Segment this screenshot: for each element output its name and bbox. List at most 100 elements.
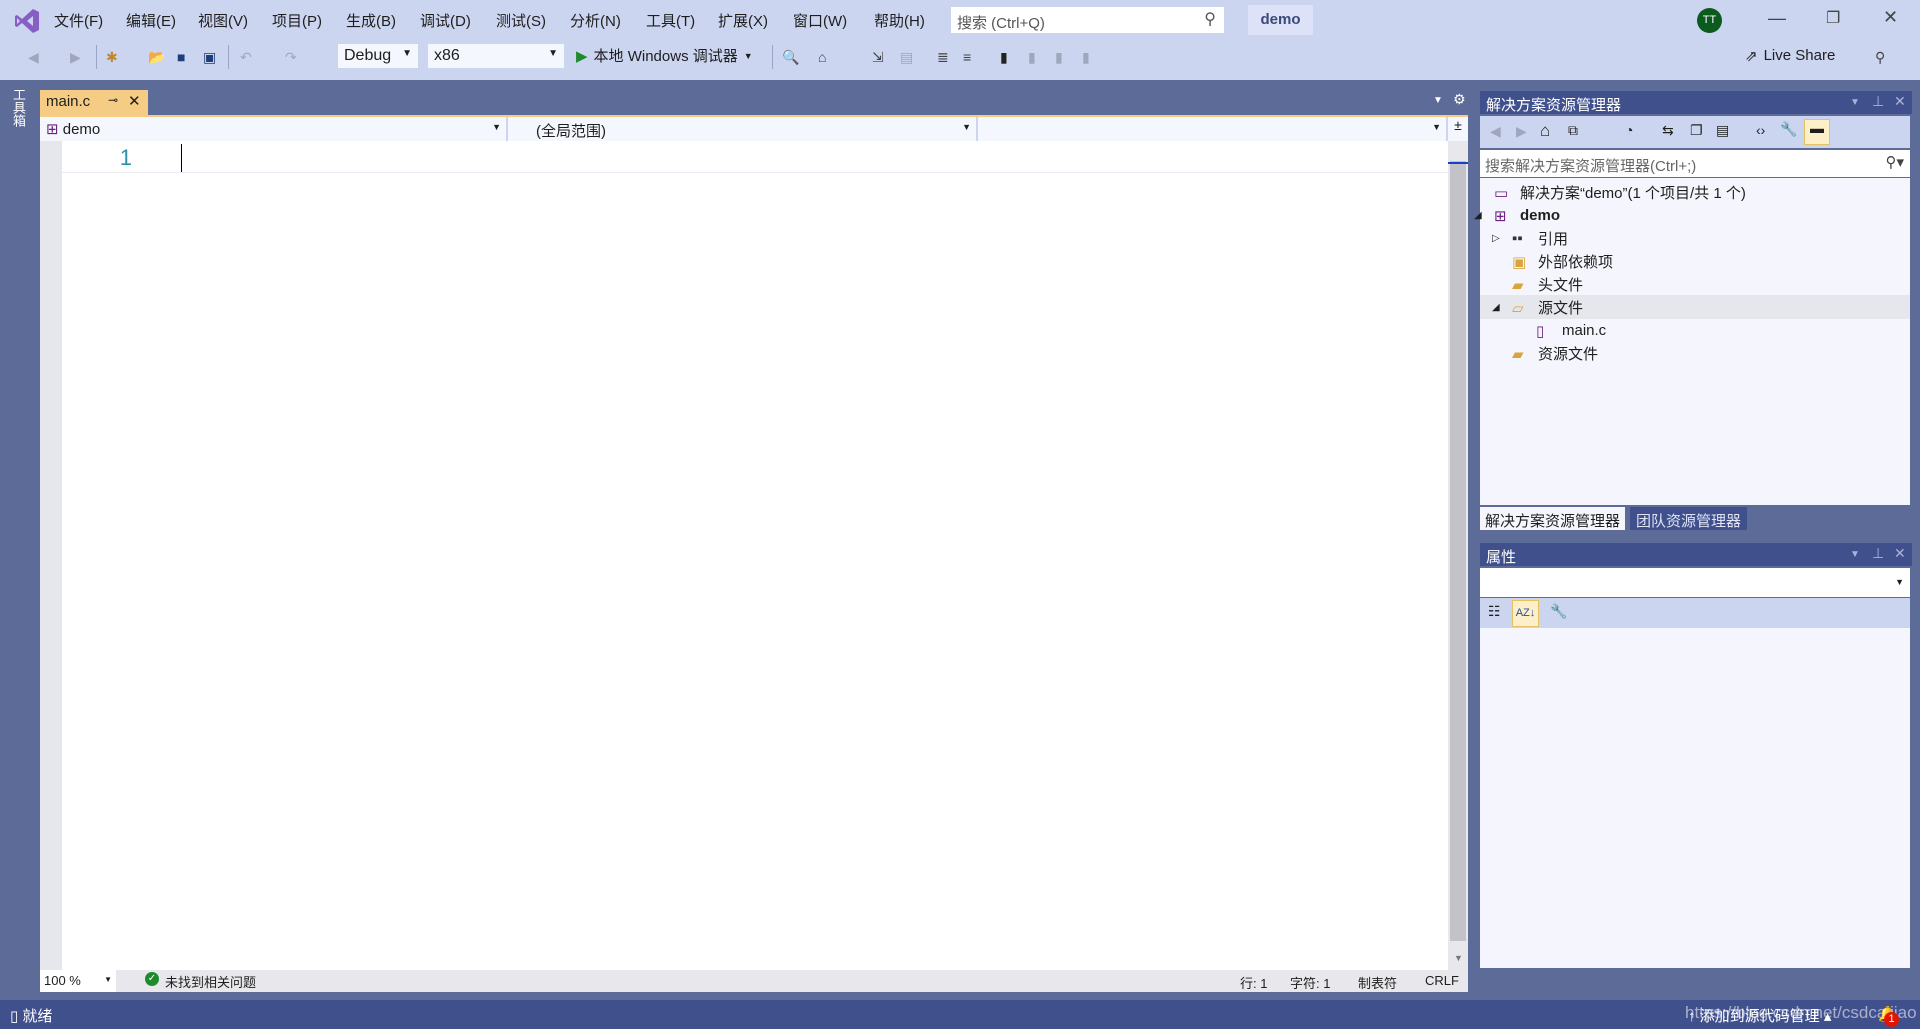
pin-icon[interactable]: ⊥ bbox=[1872, 93, 1884, 110]
close-tab-icon[interactable]: ✕ bbox=[128, 92, 141, 110]
collapse-all-icon[interactable]: ❐ bbox=[1690, 122, 1703, 139]
minimize-button[interactable]: — bbox=[1768, 8, 1786, 29]
tree-item[interactable]: ▭ 解决方案“demo”(1 个项目/共 1 个) bbox=[1480, 181, 1910, 204]
menu-2[interactable]: 视图(V) bbox=[198, 10, 248, 31]
menu-9[interactable]: 扩展(X) bbox=[718, 10, 768, 31]
live-share-button[interactable]: ⇗ Live Share bbox=[1745, 47, 1835, 65]
show-all-files-icon[interactable]: ▤ bbox=[1716, 122, 1729, 139]
uncomment-icon[interactable]: ≡ bbox=[963, 46, 971, 68]
member-dropdown[interactable]: ▼ bbox=[978, 117, 1448, 141]
tree-item[interactable]: ▣ 外部依赖项 bbox=[1480, 250, 1910, 273]
pin-icon[interactable]: ⊸ bbox=[108, 93, 118, 107]
tree-item[interactable]: ◢ ⊞ demo bbox=[1474, 204, 1910, 227]
tree-item-label: 资源文件 bbox=[1538, 346, 1599, 363]
preview-icon[interactable]: ▬ bbox=[1804, 119, 1830, 145]
new-item-icon[interactable]: ✱ bbox=[106, 46, 118, 68]
vertical-scrollbar[interactable]: ▼ bbox=[1448, 141, 1468, 970]
property-pages-icon[interactable]: 🔧 bbox=[1550, 603, 1567, 620]
gear-icon[interactable]: ⚙ bbox=[1453, 91, 1466, 108]
comment-icon[interactable]: ▤ bbox=[900, 46, 913, 68]
text-cursor bbox=[181, 144, 182, 172]
close-icon[interactable]: ✕ bbox=[1894, 545, 1906, 562]
restore-button[interactable]: ❐ bbox=[1826, 8, 1840, 28]
folder-icon: ▰ bbox=[1512, 276, 1524, 294]
properties-toolbar: ☷ AZ↓ 🔧 bbox=[1480, 598, 1910, 628]
back-icon[interactable]: ◀ bbox=[1490, 123, 1501, 140]
format-icon[interactable]: ≣ bbox=[937, 46, 949, 68]
next-bookmark-icon[interactable]: ▮ bbox=[1055, 46, 1063, 68]
menu-0[interactable]: 文件(F) bbox=[54, 10, 103, 31]
horizontal-scrollbar[interactable] bbox=[362, 972, 1204, 990]
glyph-margin bbox=[40, 141, 62, 970]
menu-3[interactable]: 项目(P) bbox=[272, 10, 322, 31]
open-icon[interactable]: 📂 bbox=[148, 46, 165, 68]
line-ending-indicator[interactable]: CRLF bbox=[1425, 973, 1459, 988]
platform-select[interactable]: x86 ▼ bbox=[427, 43, 565, 69]
close-icon[interactable]: ✕ bbox=[1894, 93, 1906, 110]
solution-search-input[interactable]: 搜索解决方案资源管理器(Ctrl+;) ⚲▾ bbox=[1480, 150, 1910, 177]
search-input[interactable]: 搜索 (Ctrl+Q) ⚲ bbox=[950, 6, 1225, 34]
pin-icon[interactable]: ⊥ bbox=[1872, 545, 1884, 562]
menu-5[interactable]: 调试(D) bbox=[420, 10, 471, 31]
bookmark-icon[interactable]: ▮ bbox=[1000, 46, 1008, 68]
categorized-icon[interactable]: ☷ bbox=[1488, 603, 1501, 620]
menu-10[interactable]: 窗口(W) bbox=[793, 10, 847, 31]
menu-6[interactable]: 测试(S) bbox=[496, 10, 546, 31]
save-icon[interactable]: ■ bbox=[177, 46, 185, 68]
issues-indicator[interactable]: ✓ 未找到相关问题 bbox=[145, 972, 256, 991]
prev-bookmark-icon[interactable]: ▮ bbox=[1028, 46, 1036, 68]
menu-1[interactable]: 编辑(E) bbox=[126, 10, 176, 31]
home-icon[interactable]: ⌂ bbox=[818, 46, 826, 68]
tab-team-explorer[interactable]: 团队资源管理器 bbox=[1630, 507, 1748, 530]
expander-icon[interactable]: ◢ bbox=[1474, 210, 1482, 221]
notification-count: 1 bbox=[1884, 1012, 1899, 1027]
tree-item[interactable]: ▰ 资源文件 bbox=[1480, 342, 1910, 365]
save-all-icon[interactable]: ▣ bbox=[203, 46, 216, 68]
find-in-files-icon[interactable]: 🔍 bbox=[782, 46, 799, 68]
step-icon[interactable]: ⇲ bbox=[872, 46, 884, 68]
project-dropdown[interactable]: ⊞ demo ▼ bbox=[40, 117, 508, 141]
tree-item[interactable]: ▰ 头文件 bbox=[1480, 273, 1910, 296]
tree-item[interactable]: ▷ ▪▪ 引用 bbox=[1480, 227, 1910, 250]
forward-icon[interactable]: ▶ bbox=[1516, 123, 1527, 140]
switch-views-icon[interactable]: ⧉ bbox=[1568, 122, 1578, 139]
clear-bookmarks-icon[interactable]: ▮ bbox=[1082, 46, 1090, 68]
alphabetical-icon[interactable]: AZ↓ bbox=[1512, 600, 1539, 627]
close-button[interactable]: ✕ bbox=[1883, 7, 1898, 28]
view-code-icon[interactable]: ‹› bbox=[1756, 122, 1765, 138]
expander-icon[interactable]: ▷ bbox=[1492, 233, 1500, 244]
configuration-select[interactable]: Debug ▼ bbox=[337, 43, 419, 69]
menu-8[interactable]: 工具(T) bbox=[646, 10, 695, 31]
toolbox-tab[interactable]: 工具箱 bbox=[10, 88, 28, 127]
pending-changes-icon[interactable]: ◔ bbox=[1625, 122, 1633, 138]
cpp-project-icon: ⊞ bbox=[1494, 207, 1507, 225]
tab-main-c[interactable]: main.c ⊸ ✕ bbox=[40, 90, 148, 115]
menu-7[interactable]: 分析(N) bbox=[570, 10, 621, 31]
start-debugging-button[interactable]: ▶ 本地 Windows 调试器 ▼ bbox=[576, 45, 753, 66]
tab-solution-explorer[interactable]: 解决方案资源管理器 bbox=[1480, 507, 1626, 530]
tab-list-icon[interactable]: ▼ bbox=[1433, 95, 1443, 106]
redo-icon[interactable]: ↷ bbox=[285, 46, 297, 68]
scope-dropdown[interactable]: (全局范围) ▼ bbox=[508, 117, 978, 141]
menu-11[interactable]: 帮助(H) bbox=[874, 10, 925, 31]
code-editor[interactable] bbox=[40, 141, 1448, 970]
object-select[interactable]: ▼ bbox=[1480, 568, 1910, 597]
expander-icon[interactable]: ◢ bbox=[1492, 302, 1500, 313]
forward-icon[interactable]: ▶ bbox=[70, 46, 81, 68]
indent-indicator[interactable]: 制表符 bbox=[1358, 973, 1397, 992]
zoom-select[interactable]: 100 % ▼ bbox=[40, 970, 116, 992]
menu-4[interactable]: 生成(B) bbox=[346, 10, 396, 31]
back-icon[interactable]: ◀ bbox=[28, 46, 39, 68]
avatar[interactable]: TT bbox=[1697, 8, 1722, 33]
split-icon[interactable]: ± bbox=[1448, 117, 1468, 141]
tree-item[interactable]: ▯ main.c bbox=[1480, 319, 1910, 342]
line-indicator: 行: 1 bbox=[1240, 976, 1268, 991]
add-to-source-control-button[interactable]: ↑ 添加到源代码管理 ▴ bbox=[1688, 1005, 1831, 1026]
sync-icon[interactable]: ⇆ bbox=[1662, 122, 1674, 139]
feedback-icon[interactable]: ⚲ bbox=[1875, 46, 1885, 68]
properties-icon[interactable]: 🔧 bbox=[1780, 121, 1797, 138]
tree-item[interactable]: ◢ ▱ 源文件 bbox=[1480, 296, 1910, 319]
home-icon[interactable]: ⌂ bbox=[1540, 121, 1550, 141]
properties-title: 属性 ▼ ⊥ ✕ bbox=[1480, 543, 1912, 566]
undo-icon[interactable]: ↶ bbox=[240, 46, 252, 68]
